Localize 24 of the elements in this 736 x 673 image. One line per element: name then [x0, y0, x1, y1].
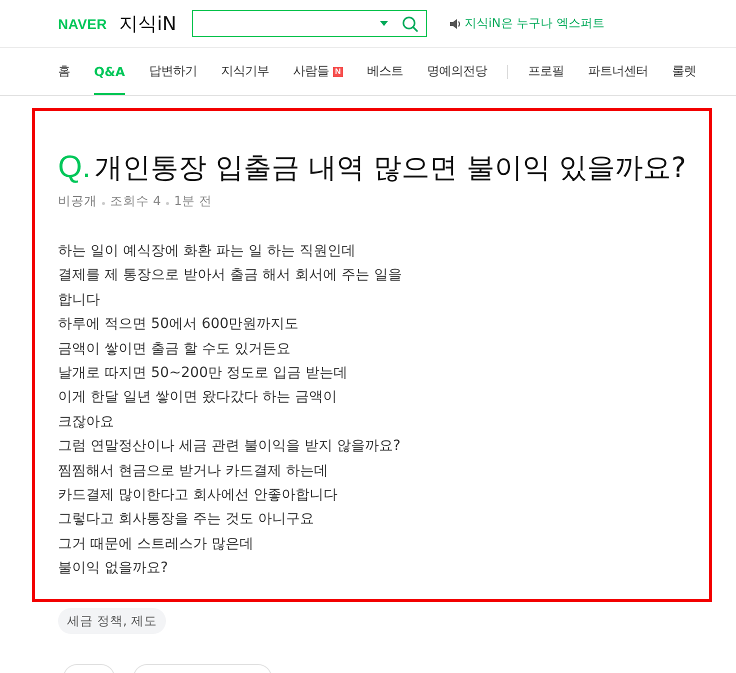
nav-tab[interactable]: 프로필 [528, 48, 564, 95]
meta-text: 비공개 [58, 193, 97, 210]
nav-tab[interactable]: 사람들 [292, 48, 329, 95]
meta-text: 조회수 4 [110, 193, 161, 210]
search-field[interactable] [192, 10, 428, 37]
nav-tab[interactable]: 룰렛 [672, 48, 696, 95]
new-badge: N [332, 66, 343, 76]
question-title: 개인통장 입출금 내역 많으면 불이익 있을까요? [94, 150, 686, 186]
nav-tab[interactable]: 홈 [58, 48, 70, 95]
speaker-icon [450, 18, 462, 28]
dot-icon [166, 202, 169, 205]
nav-tab[interactable]: 답변하기 [148, 48, 197, 95]
dot-icon [102, 202, 105, 205]
caret-icon[interactable] [380, 21, 388, 26]
nav-tab[interactable]: 베스트 [366, 48, 403, 95]
service-logo[interactable]: 지식iN [118, 10, 176, 36]
search-icon[interactable] [402, 16, 418, 32]
question-body: 하는 일이 예식장에 화환 파는 일 하는 직원인데 결제를 제 통장으로 받아서 출금 해서 회서에 주는 일을 합니다 하루에 적으면 50에서 600만원까지도 금액이 쌓이면 출금 할 수도 있거든요 날개로 따지면 50~200만 정도로 입금 받는데 이게 한달 일년 쌓이면 왔다갔다 하는 금액이 크잖아요 그럼 연말정산이나 세금 관련 불이익을 받지 않을까요? 찜찜해서 현금으로 받거나 카드결제 하는데 카드결제 많이한다고 회사에선 안좋아합니다 그렇다고 회사통장을 주는 것도 아니구요 그거 때문에 스트레스가 많은데 불이익 없을까요? [58, 242, 404, 578]
tag-chip[interactable]: 세금 정책, 제도 [58, 608, 166, 634]
nav-tab[interactable]: 지식기부 [220, 48, 269, 95]
nav-tab[interactable]: 파트너센터 [588, 48, 648, 95]
nav-tab[interactable]: 명예의전당 [426, 48, 487, 95]
question-mark-label: Q. [58, 149, 91, 185]
meta-text: 1분 전 [174, 193, 212, 210]
